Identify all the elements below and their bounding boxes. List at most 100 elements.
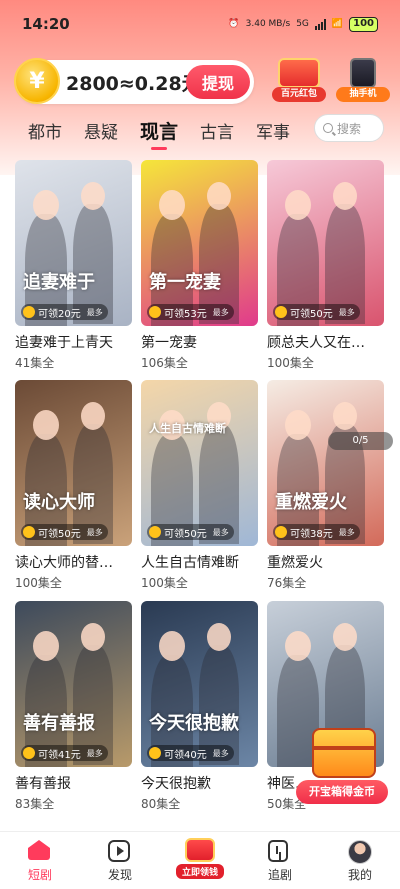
signal-icon (314, 18, 326, 30)
nav-item-follow[interactable]: 追剧 (240, 832, 320, 889)
coin-balance: 2800≈0.28元 (66, 72, 201, 95)
drama-poster[interactable]: 可领50元 最多 (267, 160, 384, 326)
drama-title[interactable]: 今天很抱歉 (141, 773, 258, 793)
nav-item-cash[interactable]: 立即领钱 (160, 832, 240, 889)
reward-max-label: 最多 (338, 307, 355, 317)
drama-title[interactable]: 人生自古情难断 (141, 552, 258, 572)
drama-card[interactable]: 重燃爱火 可领38元 最多 重燃爱火 76集全 (267, 380, 384, 591)
poster-title-art: 第一宠妻 (149, 272, 221, 293)
drama-poster[interactable]: 读心大师 可领50元 最多 (15, 380, 132, 546)
poster-face (285, 631, 311, 661)
treasure-chest-icon[interactable] (312, 728, 376, 778)
drama-card[interactable]: 今天很抱歉 可领40元 最多 今天很抱歉 80集全 (141, 601, 258, 812)
drama-title[interactable]: 善有善报 (15, 773, 132, 793)
poster-face (207, 182, 231, 210)
drama-title[interactable]: 重燃爱火 (267, 552, 384, 572)
coin-icon (149, 526, 161, 538)
episode-count: 100集全 (267, 356, 314, 370)
tab-junshi[interactable]: 军事 (256, 118, 290, 143)
tab-xianyan[interactable]: 现言 (140, 117, 178, 150)
red-packet-promo[interactable]: 百元红包 (272, 58, 326, 102)
drama-poster[interactable]: 善有善报可领41元 最多 (15, 601, 132, 767)
nav-label: 短剧 (27, 868, 52, 882)
task-progress[interactable]: 0/5 (328, 432, 393, 450)
episode-count: 100集全 (141, 576, 188, 590)
episode-count: 41集全 (15, 356, 55, 370)
reward-text: 可领50元 (290, 308, 333, 320)
reward-text: 可领40元 (164, 749, 207, 761)
tab-xuanyi[interactable]: 悬疑 (84, 118, 118, 143)
reward-text: 可领50元 (38, 528, 81, 540)
nav-item-home[interactable]: 短剧 (0, 832, 80, 889)
drama-poster[interactable]: 重燃爱火可领38元 最多 (267, 380, 384, 546)
poster-face (285, 190, 311, 220)
reward-text: 可领50元 (164, 528, 207, 540)
reward-text: 可领38元 (290, 528, 333, 540)
search-placeholder: 搜索 (337, 121, 362, 136)
drama-title[interactable]: 读心大师的替… (15, 552, 132, 572)
coin-icon (23, 747, 35, 759)
reward-max-label: 最多 (86, 527, 103, 537)
drama-poster[interactable]: 第一宠妻可领53元 最多 (141, 160, 258, 326)
network-type: 5G (296, 19, 309, 29)
poster-title-art: 重燃爱火 (275, 492, 347, 513)
status-indicators: ⏰ 3.40 MB/s 5G 📶 100 (228, 16, 378, 32)
home-icon (28, 840, 50, 860)
drama-poster[interactable]: 人生自古情难断 可领50元 最多 (141, 380, 258, 546)
coin-balance-pill[interactable]: ¥ 2800≈0.28元 提现 (14, 58, 254, 104)
drama-poster[interactable]: 今天很抱歉 可领40元 最多 (141, 601, 258, 767)
poster-title-art: 善有善报 (23, 713, 95, 734)
reward-max-label: 最多 (212, 307, 229, 317)
drama-title[interactable]: 顾总夫人又在… (267, 332, 384, 352)
reward-badge: 可领38元 最多 (273, 524, 360, 540)
reward-badge: 可领40元 最多 (147, 745, 234, 761)
open-treasure-button[interactable]: 开宝箱得金币 (296, 780, 388, 804)
status-time: 14:20 (22, 15, 70, 33)
nav-item-discover[interactable]: 发现 (80, 832, 160, 889)
drama-title[interactable]: 第一宠妻 (141, 332, 258, 352)
search-input[interactable]: 搜索 (314, 114, 384, 142)
bottom-nav: 短剧 发现 立即领钱 追剧 我的 (0, 831, 400, 889)
drama-card[interactable]: 人生自古情难断 可领50元 最多 人生自古情难断 100集全 (141, 380, 258, 591)
tab-dushi[interactable]: 都市 (28, 118, 62, 143)
drama-card[interactable]: 善有善报 可领41元 最多 善有善报 83集全 (15, 601, 132, 812)
poster-face (159, 631, 185, 661)
reward-text: 可领20元 (38, 308, 81, 320)
drama-card[interactable]: 可领50元 最多顾总夫人又在… 100集全 (267, 160, 384, 371)
episode-count: 83集全 (15, 797, 55, 811)
phone-draw-label: 抽手机 (336, 87, 390, 102)
reward-badge: 可领41元 最多 (21, 745, 108, 761)
reward-badge: 可领53元 最多 (147, 304, 234, 320)
red-packet-label: 百元红包 (272, 87, 326, 102)
phone-draw-promo[interactable]: 抽手机 (336, 58, 390, 102)
episode-count: 100集全 (15, 576, 62, 590)
tab-guyan[interactable]: 古言 (200, 118, 234, 143)
reward-badge: 可领50元 最多 (147, 524, 234, 540)
red-packet-icon (278, 58, 320, 88)
poster-face (81, 182, 105, 210)
drama-title[interactable]: 追妻难于上青天 (15, 332, 132, 352)
drama-card[interactable]: 第一宠妻 可领53元 最多 第一宠妻 106集全 (141, 160, 258, 371)
drama-poster[interactable]: 追妻难于 可领20元 最多 (15, 160, 132, 326)
coin-icon (149, 306, 161, 318)
poster-title-art: 追妻难于 (23, 272, 95, 293)
drama-card[interactable]: 读心大师 可领50元 最多读心大师的替… 100集全 (15, 380, 132, 591)
reward-max-label: 最多 (86, 748, 103, 758)
wifi-icon: 📶 (331, 19, 344, 29)
coin-icon (23, 526, 35, 538)
nav-item-profile[interactable]: 我的 (320, 832, 400, 889)
nav-label: 立即领钱 (175, 864, 224, 879)
poster-title-art: 人生自古情难断 (149, 422, 226, 435)
withdraw-button[interactable]: 提现 (186, 65, 250, 99)
drama-card[interactable]: 追妻难于 可领20元 最多 追妻难于上青天 41集全 (15, 160, 132, 371)
reward-badge: 可领50元 最多 (21, 524, 108, 540)
coin-icon (275, 306, 287, 318)
poster-face (333, 182, 357, 210)
poster-face (333, 402, 357, 430)
cash-envelope-icon (185, 838, 215, 862)
coin-icon (149, 747, 161, 759)
episode-count: 76集全 (267, 576, 307, 590)
alarm-icon: ⏰ (228, 19, 240, 29)
nav-label: 我的 (347, 868, 372, 882)
poster-face (159, 190, 185, 220)
